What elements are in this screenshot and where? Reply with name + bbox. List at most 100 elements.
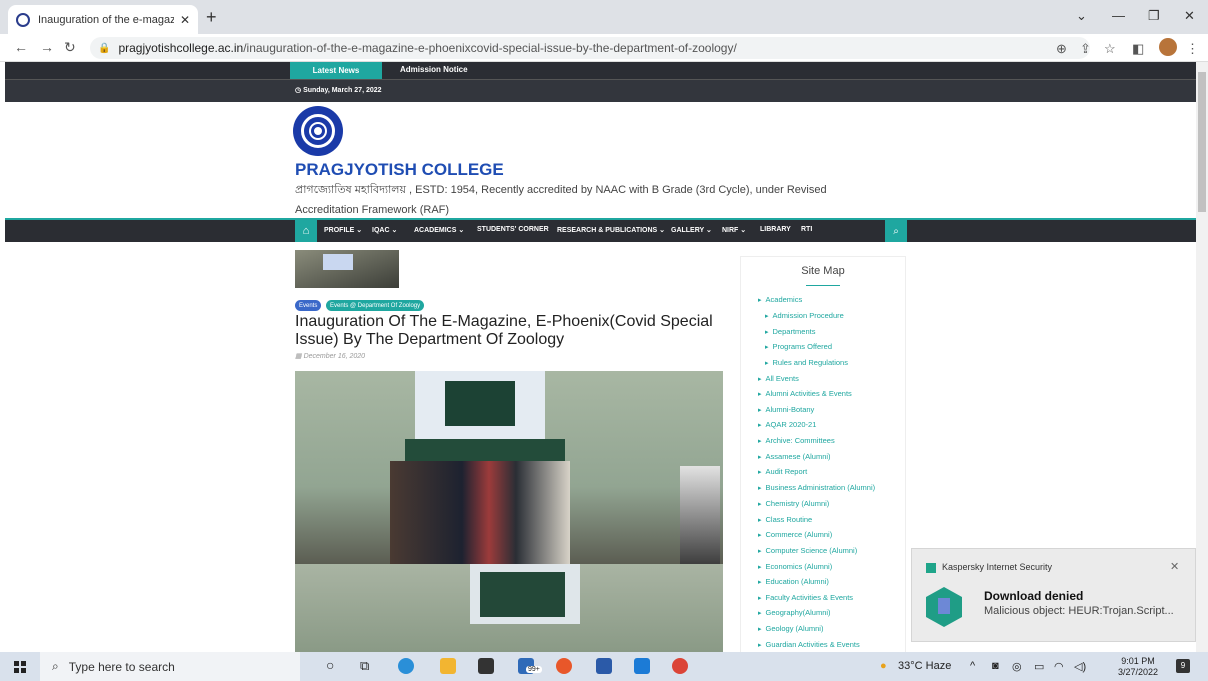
sitemap-item-geology[interactable]: Geology (Alumni) bbox=[758, 624, 824, 633]
network-app-icon[interactable]: ◎ bbox=[1012, 660, 1022, 673]
browser-tab[interactable]: Inauguration of the e-magazine ✕ bbox=[8, 5, 198, 34]
notification-message: Malicious object: HEUR:Trojan.Script... bbox=[984, 605, 1174, 617]
side-panel-icon[interactable]: ◧ bbox=[1132, 41, 1144, 57]
category-badge-zoology[interactable]: Events @ Department Of Zoology bbox=[326, 300, 425, 311]
nav-research-publications[interactable]: RESEARCH & PUBLICATIONS ⌄ bbox=[557, 226, 665, 234]
weather-icon: ● bbox=[880, 660, 887, 672]
notification-app-name: Kaspersky Internet Security bbox=[942, 562, 1053, 572]
admission-notice-link[interactable]: Admission Notice bbox=[400, 65, 468, 74]
sitemap-item-economics[interactable]: Economics (Alumni) bbox=[758, 562, 833, 571]
task-view-icon[interactable]: ⧉ bbox=[360, 658, 369, 674]
wifi-icon[interactable]: ◠ bbox=[1054, 660, 1064, 673]
sitemap-item-commerce[interactable]: Commerce (Alumni) bbox=[758, 530, 833, 539]
file-explorer-icon[interactable] bbox=[440, 658, 456, 674]
nav-students-corner[interactable]: STUDENTS' CORNER bbox=[477, 226, 549, 233]
site-map-title: Site Map bbox=[801, 265, 845, 277]
taskbar-clock[interactable]: 9:01 PM 3/27/2022 bbox=[1118, 656, 1158, 678]
sitemap-item-faculty-activities[interactable]: Faculty Activities & Events bbox=[758, 593, 854, 602]
post-thumbnail-image[interactable] bbox=[295, 250, 399, 288]
menu-dots-icon[interactable]: ⋮ bbox=[1186, 41, 1199, 57]
scrollbar-thumb[interactable] bbox=[1198, 72, 1206, 212]
cortana-icon[interactable]: ○ bbox=[326, 657, 334, 673]
weather-text[interactable]: 33°C Haze bbox=[898, 660, 951, 672]
post-title: Inauguration Of The E-Magazine, E-Phoeni… bbox=[295, 313, 713, 348]
nav-rti[interactable]: RTI bbox=[801, 226, 812, 233]
share-icon[interactable]: ⇪ bbox=[1080, 41, 1091, 57]
url-path: /inauguration-of-the-e-magazine-e-phoeni… bbox=[243, 41, 737, 55]
show-hidden-icons-icon[interactable]: ^ bbox=[970, 660, 975, 672]
tray-app-icon[interactable]: ◙ bbox=[992, 660, 999, 672]
reload-icon[interactable]: ↻ bbox=[64, 39, 76, 56]
nav-library[interactable]: LIBRARY bbox=[760, 226, 791, 233]
restore-icon[interactable]: ❐ bbox=[1148, 8, 1160, 24]
forward-icon[interactable]: → bbox=[40, 39, 54, 55]
zoom-icon[interactable]: ⊕ bbox=[1056, 41, 1067, 57]
profile-avatar[interactable] bbox=[1159, 38, 1177, 56]
sitemap-item-class-routine[interactable]: Class Routine bbox=[758, 515, 813, 524]
tab-close-icon[interactable]: ✕ bbox=[180, 13, 190, 27]
sitemap-item-education[interactable]: Education (Alumni) bbox=[758, 577, 829, 586]
minimize-icon[interactable]: — bbox=[1112, 8, 1125, 23]
address-bar: ← → ↻ 🔒 pragjyotishcollege.ac.in/inaugur… bbox=[0, 34, 1208, 62]
kaspersky-notification[interactable]: Kaspersky Internet Security ✕ Download d… bbox=[911, 548, 1196, 642]
nav-profile[interactable]: PROFILE ⌄ bbox=[324, 226, 362, 234]
edge-icon[interactable] bbox=[398, 658, 414, 674]
nav-nirf[interactable]: NIRF ⌄ bbox=[722, 226, 746, 234]
nav-academics[interactable]: ACADEMICS ⌄ bbox=[414, 226, 464, 234]
home-icon[interactable]: ⌂ bbox=[295, 220, 317, 242]
sitemap-item-aqar[interactable]: AQAR 2020-21 bbox=[758, 420, 817, 429]
notification-title: Download denied bbox=[984, 589, 1084, 603]
word-icon[interactable] bbox=[596, 658, 612, 674]
sitemap-item-rules-regulations[interactable]: Rules and Regulations bbox=[765, 358, 848, 367]
sitemap-item-alumni-activities[interactable]: Alumni Activities & Events bbox=[758, 389, 852, 398]
sitemap-item-programs-offered[interactable]: Programs Offered bbox=[765, 342, 832, 351]
browser-tab-bar: Inauguration of the e-magazine ✕ + ⌄ — ❐… bbox=[0, 0, 1208, 34]
url-domain: pragjyotishcollege.ac.in bbox=[118, 41, 244, 55]
windows-taskbar: ⌕ Type here to search ○ ⧉ 99+ ● 33°C Haz… bbox=[0, 652, 1208, 681]
sitemap-item-guardian-activities[interactable]: Guardian Activities & Events bbox=[758, 640, 860, 649]
site-map-widget: Site Map Academics Admission Procedure D… bbox=[740, 256, 906, 652]
firefox-icon[interactable] bbox=[556, 658, 572, 674]
nav-iqac[interactable]: IQAC ⌄ bbox=[372, 226, 397, 234]
notification-close-icon[interactable]: ✕ bbox=[1170, 560, 1179, 573]
sitemap-item-admission-procedure[interactable]: Admission Procedure bbox=[765, 311, 844, 320]
sitemap-item-academics[interactable]: Academics bbox=[758, 295, 803, 304]
college-logo[interactable] bbox=[293, 106, 343, 156]
sitemap-item-alumni-botany[interactable]: Alumni-Botany bbox=[758, 405, 815, 414]
sitemap-item-chemistry[interactable]: Chemistry (Alumni) bbox=[758, 499, 830, 508]
latest-news-label[interactable]: Latest News bbox=[290, 62, 382, 79]
sitemap-item-assamese[interactable]: Assamese (Alumni) bbox=[758, 452, 831, 461]
new-tab-button[interactable]: + bbox=[206, 7, 217, 28]
bookmark-star-icon[interactable]: ☆ bbox=[1104, 41, 1116, 57]
post-date: December 16, 2020 bbox=[303, 353, 366, 360]
category-badge-events[interactable]: Events bbox=[295, 300, 322, 311]
store-icon[interactable] bbox=[478, 658, 494, 674]
notification-center-icon[interactable]: 9 bbox=[1176, 659, 1190, 673]
battery-icon[interactable]: ▭ bbox=[1034, 660, 1044, 673]
event-photo-1[interactable] bbox=[295, 371, 723, 564]
sitemap-item-audit-report[interactable]: Audit Report bbox=[758, 467, 808, 476]
sitemap-item-archive-committees[interactable]: Archive: Committees bbox=[758, 436, 835, 445]
sitemap-item-business-administration[interactable]: Business Administration (Alumni) bbox=[758, 483, 876, 492]
event-photo-2[interactable] bbox=[295, 564, 723, 652]
taskbar-search-box[interactable]: ⌕ Type here to search bbox=[40, 652, 300, 681]
volume-icon[interactable]: ◁) bbox=[1074, 660, 1086, 673]
top-news-bar bbox=[5, 62, 1196, 79]
url-field[interactable]: 🔒 pragjyotishcollege.ac.in/inauguration-… bbox=[90, 37, 1090, 59]
back-icon[interactable]: ← bbox=[14, 39, 28, 55]
chrome-icon[interactable] bbox=[672, 658, 688, 674]
search-icon[interactable]: ⌕ bbox=[885, 220, 907, 242]
windows-start-icon[interactable] bbox=[14, 661, 26, 673]
sitemap-item-all-events[interactable]: All Events bbox=[758, 374, 799, 383]
sitemap-item-computer-science[interactable]: Computer Science (Alumni) bbox=[758, 546, 858, 555]
nav-gallery[interactable]: GALLERY ⌄ bbox=[671, 226, 712, 234]
close-window-icon[interactable]: ✕ bbox=[1184, 8, 1195, 24]
college-favicon-icon bbox=[16, 12, 30, 27]
shield-warning-icon bbox=[926, 587, 962, 627]
tab-search-icon[interactable]: ⌄ bbox=[1076, 8, 1087, 24]
media-player-icon[interactable] bbox=[634, 658, 650, 674]
college-name[interactable]: PRAGJYOTISH COLLEGE bbox=[295, 160, 504, 180]
sitemap-item-geography[interactable]: Geography(Alumni) bbox=[758, 608, 831, 617]
sitemap-item-departments[interactable]: Departments bbox=[765, 327, 816, 336]
page-scrollbar[interactable] bbox=[1196, 62, 1208, 652]
